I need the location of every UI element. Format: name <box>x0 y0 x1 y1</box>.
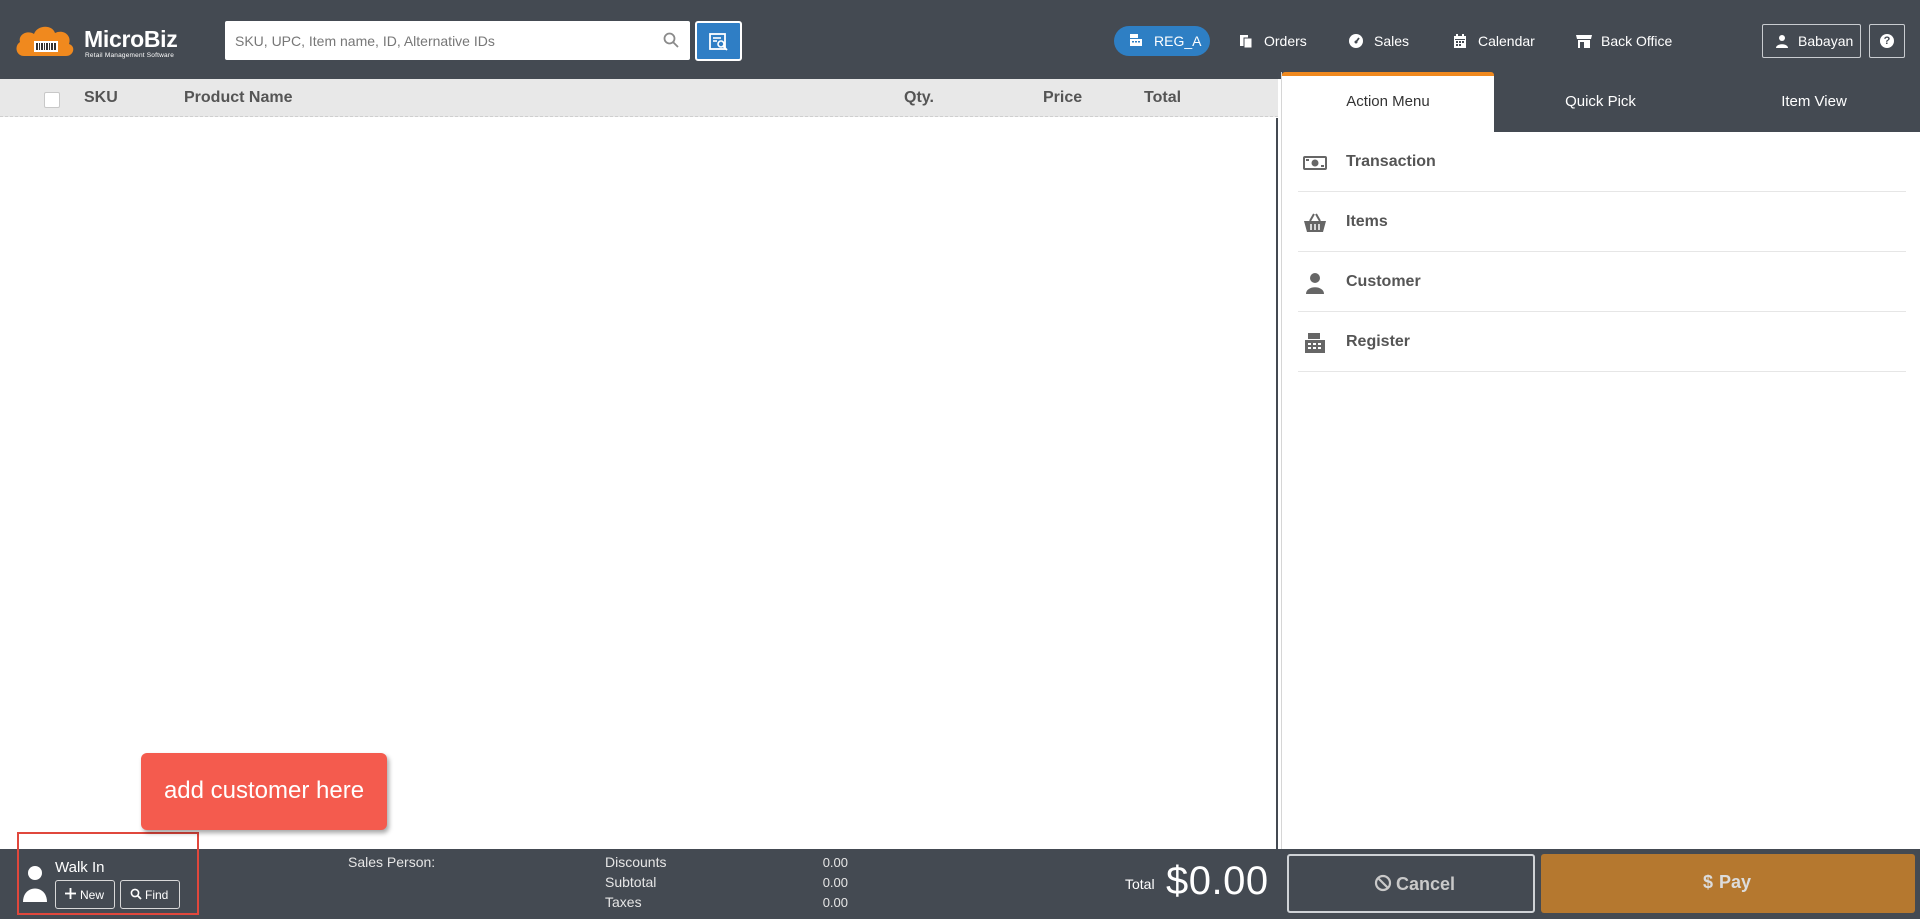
action-panel: Action Menu Quick Pick Item View Transac… <box>1281 72 1920 849</box>
column-header-qty[interactable]: Qty. <box>904 89 934 107</box>
nav-back-office-label: Back Office <box>1601 33 1673 49</box>
product-search-input[interactable] <box>225 21 655 60</box>
panel-tab-bar: Action Menu Quick Pick Item View <box>1282 72 1920 132</box>
taxes-label: Taxes <box>605 894 642 910</box>
menu-item-transaction-label: Transaction <box>1346 153 1436 170</box>
cart-table-header: SKU Product Name Qty. Price Total <box>0 79 1278 117</box>
nav-sales-label: Sales <box>1374 33 1410 49</box>
callout-text: add customer here <box>163 777 365 804</box>
pay-button[interactable]: $ Pay <box>1541 854 1915 913</box>
total-amount: $0.00 <box>1166 859 1269 903</box>
nav-calendar-label: Calendar <box>1478 33 1535 49</box>
calendar-icon <box>1454 34 1466 48</box>
menu-item-items[interactable]: Items <box>1298 192 1906 252</box>
subtotal-label: Subtotal <box>605 874 657 890</box>
store-icon <box>1576 35 1592 48</box>
person-icon <box>1306 273 1324 294</box>
menu-item-register-label: Register <box>1346 333 1411 350</box>
dollar-icon: $ <box>1703 872 1714 892</box>
tab-item-view[interactable]: Item View <box>1707 72 1920 132</box>
sales-person-label[interactable]: Sales Person: <box>348 854 435 870</box>
column-header-product-name[interactable]: Product Name <box>184 89 292 107</box>
pay-label: Pay <box>1719 872 1752 892</box>
nav-calendar[interactable]: Calendar <box>1452 32 1538 52</box>
menu-item-transaction[interactable]: Transaction <box>1298 132 1906 192</box>
add-customer-callout: add customer here <box>141 753 387 830</box>
document-search-icon <box>709 33 728 51</box>
user-name: Babayan <box>1798 33 1854 49</box>
money-icon <box>1303 156 1327 170</box>
search-icon[interactable] <box>662 31 680 49</box>
cancel-label: Cancel <box>1396 874 1456 894</box>
help-icon: ? <box>1880 34 1894 48</box>
discounts-value: 0.00 <box>822 855 848 870</box>
menu-item-customer[interactable]: Customer <box>1298 252 1906 312</box>
tab-quick-pick[interactable]: Quick Pick <box>1494 72 1707 132</box>
advanced-search-button[interactable] <box>695 21 742 61</box>
top-bar: MicroBiz Retail Management Software REG_… <box>0 0 1920 79</box>
cart-items-area <box>0 118 1278 849</box>
cancel-button[interactable]: Cancel <box>1287 854 1535 913</box>
subtotal-value: 0.00 <box>822 875 848 890</box>
product-search-box <box>225 21 690 60</box>
cloud-logo-icon <box>16 26 74 56</box>
register-selector-button[interactable]: REG_A <box>1114 26 1210 56</box>
column-header-total[interactable]: Total <box>1144 89 1181 107</box>
menu-item-items-label: Items <box>1346 213 1388 230</box>
ban-icon <box>1374 874 1392 892</box>
nav-back-office[interactable]: Back Office <box>1575 32 1685 52</box>
menu-item-register[interactable]: Register <box>1298 312 1906 372</box>
taxes-value: 0.00 <box>822 895 848 910</box>
dashboard-icon <box>1349 34 1363 48</box>
brand-tagline: Retail Management Software <box>85 52 175 59</box>
nav-orders[interactable]: Orders <box>1238 32 1308 52</box>
column-header-price[interactable]: Price <box>1043 89 1082 107</box>
help-button[interactable]: ? <box>1869 24 1905 58</box>
action-menu-list: Transaction Items Customer Register <box>1298 132 1906 372</box>
customer-highlight-box <box>17 832 199 915</box>
total-label: Total <box>1125 876 1155 892</box>
nav-orders-label: Orders <box>1264 33 1307 49</box>
menu-item-customer-label: Customer <box>1346 273 1421 290</box>
column-header-sku[interactable]: SKU <box>84 89 118 107</box>
register-icon <box>1130 34 1142 46</box>
cash-register-icon <box>1305 333 1325 353</box>
discounts-label: Discounts <box>605 854 667 870</box>
user-icon <box>1776 35 1788 48</box>
user-menu-button[interactable]: Babayan <box>1762 24 1861 58</box>
nav-sales[interactable]: Sales <box>1348 32 1412 52</box>
brand-name: MicroBiz <box>84 26 178 52</box>
orders-icon <box>1240 35 1253 49</box>
basket-icon <box>1304 213 1326 232</box>
microbiz-logo[interactable]: MicroBiz Retail Management Software <box>14 22 184 62</box>
register-label: REG_A <box>1154 33 1202 49</box>
tab-action-menu[interactable]: Action Menu <box>1282 72 1494 132</box>
select-all-checkbox[interactable] <box>44 92 60 108</box>
